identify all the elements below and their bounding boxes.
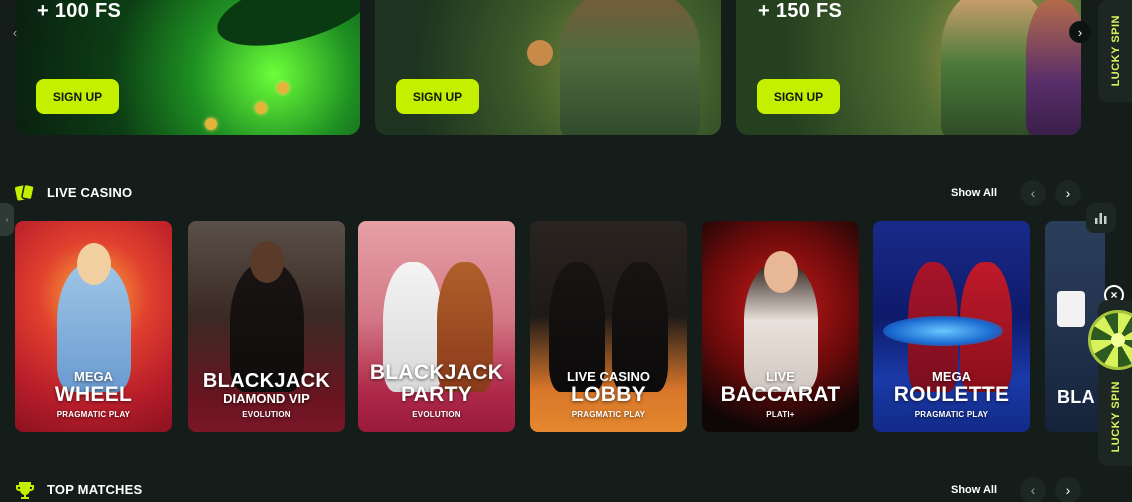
game-name-line2: BLA [1057, 387, 1095, 407]
game-provider: PRAGMATIC PLAY [914, 410, 989, 419]
character-illustration [1026, 0, 1081, 135]
game-provider: EVOLUTION [412, 410, 461, 419]
lucky-spin-label: LUCKY SPIN [1110, 15, 1122, 87]
promo-banner-1[interactable]: + 100 FS SIGN UP [15, 0, 360, 135]
game-name-line1: BLACKJACK [369, 361, 504, 384]
signup-button[interactable]: SIGN UP [757, 79, 840, 114]
promo-title: + 100 FS [37, 0, 122, 22]
game-provider: EVOLUTION [242, 410, 291, 419]
promo-banner-3[interactable]: + 150 FS SIGN UP [736, 0, 1081, 135]
bar-chart-icon [1095, 213, 1107, 224]
game-name-line1: LIVE CASINO [566, 369, 651, 384]
game-name-line2: ROULETTE [893, 383, 1010, 406]
lucky-spin-label: LUCKY SPIN [1110, 380, 1122, 452]
promo-title: + 150 FS [758, 0, 843, 22]
chevron-left-icon: ‹ [1030, 482, 1036, 498]
game-name-line2: WHEEL [54, 383, 133, 406]
promo-banner-2[interactable]: SIGN UP [375, 0, 721, 135]
signup-button[interactable]: SIGN UP [396, 79, 479, 114]
cards-icon [15, 183, 35, 201]
carousel-prev-button[interactable]: ‹ [4, 21, 26, 43]
game-provider: PRAGMATIC PLAY [56, 410, 131, 419]
chevron-left-icon: ‹ [12, 24, 18, 40]
chevron-right-icon: › [1077, 24, 1083, 40]
next-button[interactable]: › [1055, 477, 1081, 502]
carousel-next-button[interactable]: › [1069, 21, 1091, 43]
card-graphic [1057, 291, 1085, 327]
section-title-top-matches: TOP MATCHES [47, 482, 143, 497]
game-name-line2: DIAMOND VIP [223, 391, 310, 406]
chevron-right-icon: › [1065, 185, 1071, 201]
coin-icon [205, 118, 217, 130]
chevron-right-icon: › [1065, 482, 1071, 498]
game-name-line1: MEGA [74, 369, 113, 384]
stats-button[interactable] [1086, 203, 1116, 233]
lucky-spin-tab[interactable]: LUCKY SPIN [1098, 0, 1132, 102]
roulette-wheel-graphic [883, 316, 1003, 346]
game-tile[interactable]: MEGA ROULETTE PRAGMATIC PLAY [873, 221, 1030, 432]
section-title-live-casino: LIVE CASINO [47, 185, 133, 200]
coin-icon [527, 40, 553, 66]
character-illustration [560, 0, 700, 135]
show-all-link[interactable]: Show All [951, 484, 997, 496]
coin-icon [277, 82, 289, 94]
game-tile[interactable]: LIVE CASINO LOBBY PRAGMATIC PLAY [530, 221, 687, 432]
chevron-right-icon: › [5, 215, 9, 224]
game-name-line2: BACCARAT [720, 383, 841, 406]
show-all-link[interactable]: Show All [951, 187, 997, 199]
game-provider: PLATI+ [766, 410, 795, 419]
signup-button[interactable]: SIGN UP [36, 79, 119, 114]
game-name-line2: PARTY [400, 383, 473, 406]
game-name-line2: LOBBY [571, 383, 646, 406]
game-tile[interactable]: BLACKJACK DIAMOND VIP EVOLUTION [188, 221, 345, 432]
trophy-icon [16, 482, 34, 499]
game-provider: PRAGMATIC PLAY [571, 410, 646, 419]
game-name-line1: BLACKJACK [202, 370, 331, 392]
game-tile[interactable]: LIVE BACCARAT PLATI+ [702, 221, 859, 432]
next-button[interactable]: › [1055, 180, 1081, 206]
rocket-graphic [209, 0, 360, 60]
prev-button[interactable]: ‹ [1020, 180, 1046, 206]
chevron-left-icon: ‹ [1030, 185, 1036, 201]
side-tab-handle[interactable]: › [0, 203, 14, 236]
coin-icon [255, 102, 267, 114]
game-tile[interactable]: MEGA WHEEL PRAGMATIC PLAY [15, 221, 172, 432]
game-name-line1: MEGA [932, 369, 971, 384]
game-name-line1: LIVE [766, 369, 795, 384]
game-tile[interactable]: BLACKJACK PARTY EVOLUTION [358, 221, 515, 432]
prev-button[interactable]: ‹ [1020, 477, 1046, 502]
